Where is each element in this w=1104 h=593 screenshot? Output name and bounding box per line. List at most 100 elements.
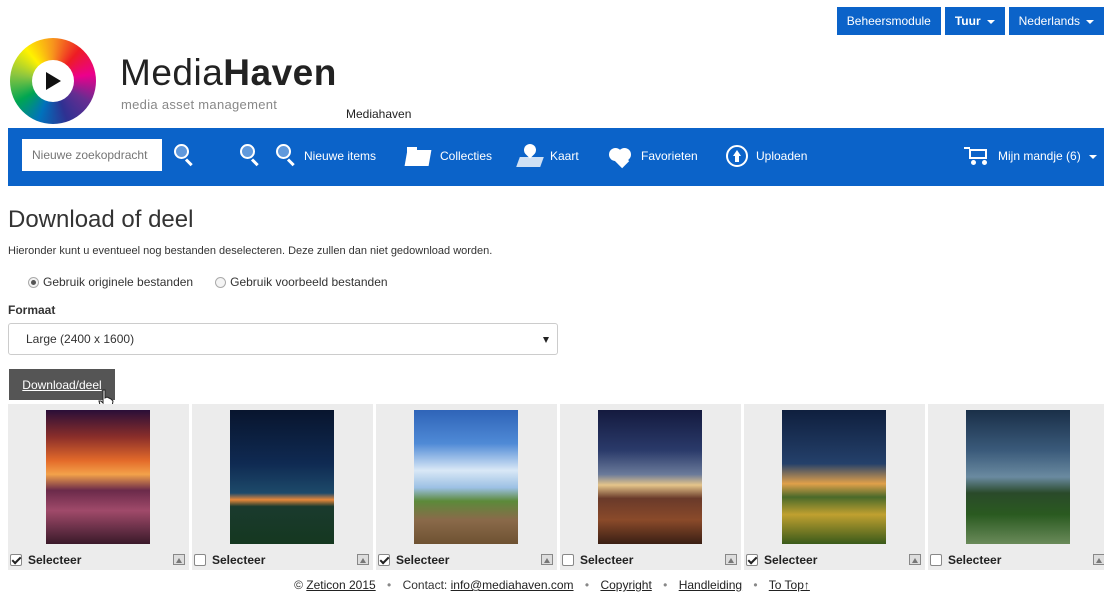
select-checkbox[interactable] (746, 554, 758, 566)
advanced-search-icon[interactable] (238, 144, 260, 168)
thumbnail-image[interactable] (782, 410, 886, 544)
manual-link[interactable]: Handleiding (679, 578, 742, 592)
select-checkbox[interactable] (930, 554, 942, 566)
nav-favorites-label: Favorieten (641, 149, 698, 163)
copyright-symbol: © (294, 578, 303, 592)
radio-original-files[interactable]: Gebruik originele bestanden (28, 275, 193, 289)
page-footer: © Zeticon 2015 • Contact: info@mediahave… (0, 578, 1104, 592)
select-checkbox[interactable] (562, 554, 574, 566)
select-label: Selecteer (28, 553, 82, 567)
tile-footer: Selecteer (744, 550, 925, 570)
tile-footer: Selecteer (376, 550, 557, 570)
separator: • (584, 578, 590, 592)
image-icon (909, 554, 921, 565)
contact-label: Contact: (402, 578, 448, 592)
select-checkbox[interactable] (10, 554, 22, 566)
nav-new-items[interactable]: Nieuwe items (274, 142, 376, 170)
separator: • (387, 578, 392, 592)
separator: • (663, 578, 668, 592)
format-select[interactable]: Large (2400 x 1600) (8, 323, 558, 355)
mediahaven-logo-icon[interactable] (10, 38, 96, 124)
format-selected-value: Large (2400 x 1600) (26, 332, 135, 346)
search-input[interactable] (22, 139, 162, 171)
select-checkbox[interactable] (378, 554, 390, 566)
image-icon (357, 554, 369, 565)
nav-cart-label: Mijn mandje (6) (998, 149, 1081, 163)
cart-icon (964, 146, 990, 166)
to-top-link[interactable]: To Top↑ (769, 578, 810, 592)
radio-preview-files[interactable]: Gebruik voorbeeld bestanden (215, 275, 388, 289)
chevron-down-icon (1088, 155, 1097, 159)
thumbnail-image[interactable] (230, 410, 334, 544)
nav-collections[interactable]: Collecties (404, 142, 493, 170)
top-bar: Beheersmodule Tuur Nederlands (836, 7, 1104, 35)
select-label: Selecteer (764, 553, 818, 567)
nav-collections-label: Collecties (440, 149, 493, 163)
select-checkbox[interactable] (194, 554, 206, 566)
format-label: Formaat (8, 303, 56, 317)
gallery-item: Selecteer (560, 404, 741, 570)
search-icon[interactable] (172, 144, 194, 168)
user-menu-label: Tuur (954, 14, 981, 28)
separator: • (753, 578, 758, 592)
tile-footer: Selecteer (560, 550, 741, 570)
thumbnail-image[interactable] (598, 410, 702, 544)
nav-map[interactable]: Kaart (516, 141, 579, 170)
tile-footer: Selecteer (8, 550, 189, 570)
search-icon (274, 144, 296, 168)
nav-upload[interactable]: Uploaden (726, 142, 807, 170)
main-nav: Nieuwe items Collecties Kaart Favorieten… (8, 128, 1104, 186)
play-icon (46, 72, 61, 90)
folder-icon (404, 146, 432, 166)
gallery-item: Selecteer (192, 404, 373, 570)
image-icon (541, 554, 553, 565)
brand-tagline: media asset management (121, 97, 278, 112)
gallery-item: Selecteer (8, 404, 189, 570)
heart-icon (607, 146, 633, 169)
file-type-radio-group: Gebruik originele bestanden Gebruik voor… (28, 275, 388, 289)
select-label: Selecteer (212, 553, 266, 567)
company-link[interactable]: Zeticon 2015 (306, 578, 375, 592)
select-label: Selecteer (948, 553, 1002, 567)
language-menu-button[interactable]: Nederlands (1008, 7, 1104, 35)
image-icon (725, 554, 737, 565)
map-pin-icon (516, 141, 544, 168)
tenant-name: Mediahaven (346, 107, 412, 121)
nav-favorites[interactable]: Favorieten (607, 142, 698, 170)
logo-center (32, 60, 74, 102)
chevron-down-icon (1086, 20, 1094, 24)
thumbnail-image[interactable] (414, 410, 518, 544)
select-label: Selecteer (396, 553, 450, 567)
radio-button[interactable] (28, 276, 39, 288)
gallery-item: Selecteer (376, 404, 557, 570)
nav-cart[interactable]: Mijn mandje (6) (964, 142, 1097, 170)
admin-module-label: Beheersmodule (846, 14, 931, 28)
thumbnail-image[interactable] (966, 410, 1070, 544)
radio-preview-label: Gebruik voorbeeld bestanden (230, 275, 388, 289)
radio-original-label: Gebruik originele bestanden (43, 275, 194, 289)
brand-bold: Haven (223, 52, 337, 93)
nav-map-label: Kaart (550, 149, 579, 163)
nav-upload-label: Uploaden (756, 149, 808, 163)
admin-module-button[interactable]: Beheersmodule (836, 7, 941, 35)
download-share-label: Download/deel (22, 377, 102, 392)
image-icon (1093, 554, 1104, 565)
nav-new-items-label: Nieuwe items (304, 149, 377, 163)
image-icon (173, 554, 185, 565)
copyright-link[interactable]: Copyright (600, 578, 651, 592)
select-label: Selecteer (580, 553, 634, 567)
chevron-down-icon (986, 20, 995, 24)
dropdown-arrow-icon (543, 337, 549, 343)
brand-light: Media (120, 52, 224, 93)
thumbnail-image[interactable] (46, 410, 150, 544)
gallery-item: Selecteer (744, 404, 925, 570)
instruction-text: Hieronder kunt u eventueel nog bestanden… (8, 245, 493, 257)
radio-button[interactable] (215, 276, 227, 288)
email-link[interactable]: info@mediahaven.com (451, 578, 574, 592)
upload-icon (726, 145, 748, 167)
user-menu-button[interactable]: Tuur (944, 7, 1005, 35)
gallery-item: Selecteer (928, 404, 1104, 570)
tile-footer: Selecteer (192, 550, 373, 570)
page-title: Download of deel (8, 206, 194, 233)
brand-name: MediaHaven (120, 53, 337, 93)
